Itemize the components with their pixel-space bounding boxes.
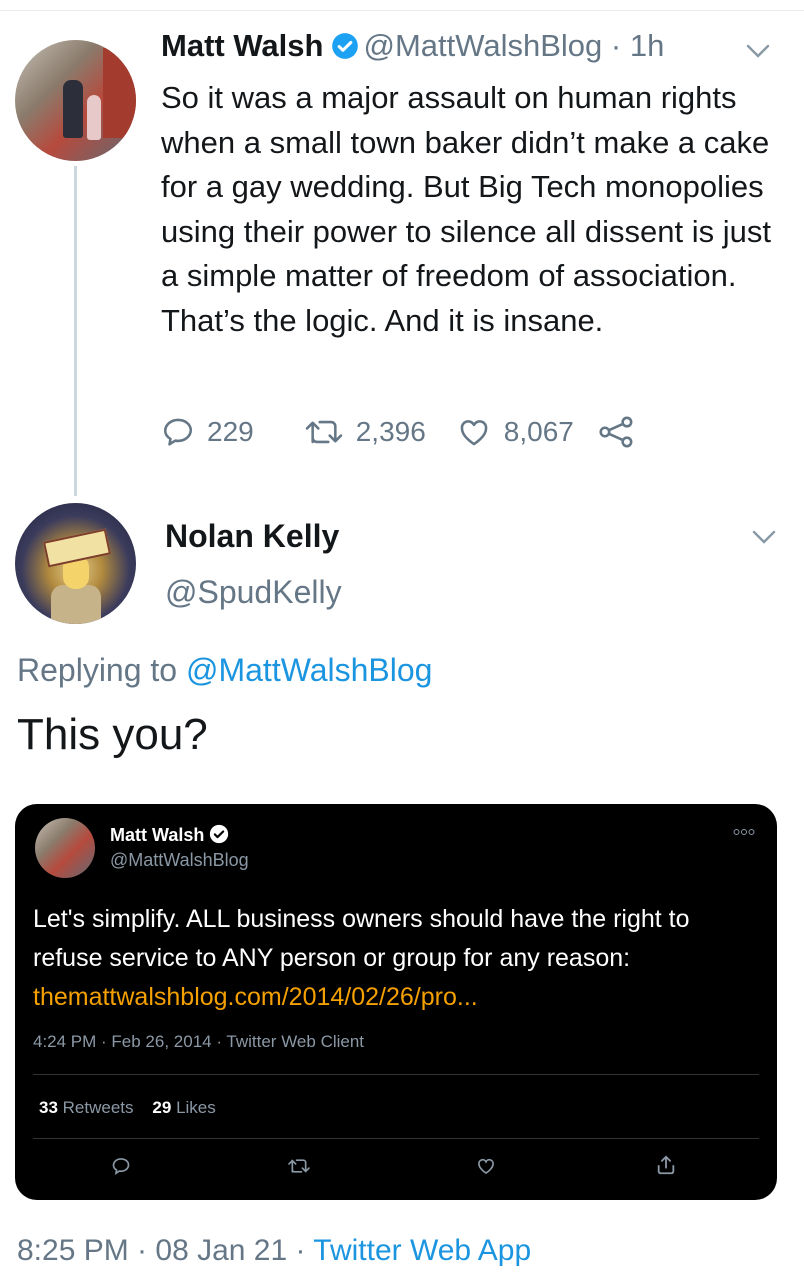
reply-icon — [112, 1158, 130, 1176]
tweet-actions: 229 2,396 8,067 — [161, 410, 648, 454]
tweet-footer: 8:25 PM · 08 Jan 21 · Twitter Web App — [17, 1234, 531, 1268]
tweet-timestamp: 8:25 PM · 08 Jan 21 · — [17, 1234, 314, 1267]
embedded-divider — [33, 1074, 759, 1075]
embedded-avatar — [35, 818, 95, 878]
tweet-source-link[interactable]: Twitter Web App — [313, 1234, 531, 1267]
like-count: 8,067 — [503, 416, 574, 447]
replying-to-link[interactable]: @MattWalshBlog — [186, 652, 432, 688]
embedded-tweet-text: Let's simplify. ALL business owners shou… — [33, 905, 690, 1011]
retweet-icon — [288, 1159, 310, 1173]
reply-author-handle[interactable]: @SpudKelly — [165, 574, 342, 611]
chevron-down-icon[interactable] — [752, 530, 776, 544]
main-tweet-text: So it was a major assault on human right… — [161, 80, 771, 338]
embedded-stats: 33 Retweets 29 Likes — [39, 1098, 216, 1117]
like-button[interactable]: 8,067 — [456, 415, 574, 449]
tweet-time[interactable]: 1h — [630, 28, 664, 63]
retweet-button[interactable]: 2,396 — [304, 415, 426, 449]
replying-to-label: Replying to — [17, 652, 186, 688]
share-button[interactable] — [598, 415, 648, 449]
reply-button[interactable]: 229 — [161, 415, 254, 449]
heart-icon — [460, 420, 488, 446]
thread-connector-line — [74, 166, 77, 496]
main-tweet-header: Matt Walsh @MattWalshBlog · 1h — [161, 28, 664, 64]
retweet-icon — [305, 420, 342, 444]
time-separator: · — [602, 28, 630, 63]
embedded-author-handle: @MattWalshBlog — [110, 850, 249, 870]
chevron-down-icon[interactable] — [746, 44, 770, 58]
reply-author-name[interactable]: Nolan Kelly — [165, 518, 339, 555]
verified-badge-icon — [210, 824, 229, 844]
matt-walsh-avatar[interactable] — [15, 40, 136, 161]
nolan-kelly-avatar[interactable] — [15, 503, 136, 624]
retweet-count: 2,396 — [355, 416, 426, 447]
embedded-tweet-screenshot[interactable]: Matt Walsh @MattWalshBlog Let's simplify… — [15, 804, 777, 1200]
reply-tweet-text: This you? — [17, 710, 208, 759]
embedded-link: themattwalshblog.com/2014/02/26/pro... — [33, 983, 478, 1011]
top-divider — [0, 10, 804, 11]
embedded-meta: 4:24 PM · Feb 26, 2014 · Twitter Web Cli… — [33, 1032, 365, 1051]
heart-icon — [478, 1158, 494, 1175]
replying-to-line: Replying to @MattWalshBlog — [17, 652, 432, 689]
author-name[interactable]: Matt Walsh — [161, 28, 323, 63]
reply-icon — [163, 418, 193, 446]
embedded-divider — [33, 1138, 759, 1139]
verified-badge-icon — [332, 33, 359, 59]
more-options-icon — [733, 829, 755, 835]
share-icon — [657, 1155, 675, 1175]
author-handle[interactable]: @MattWalshBlog — [363, 28, 602, 63]
reply-count: 229 — [207, 416, 254, 447]
embedded-author-name: Matt Walsh — [110, 824, 229, 846]
share-icon — [599, 416, 633, 448]
